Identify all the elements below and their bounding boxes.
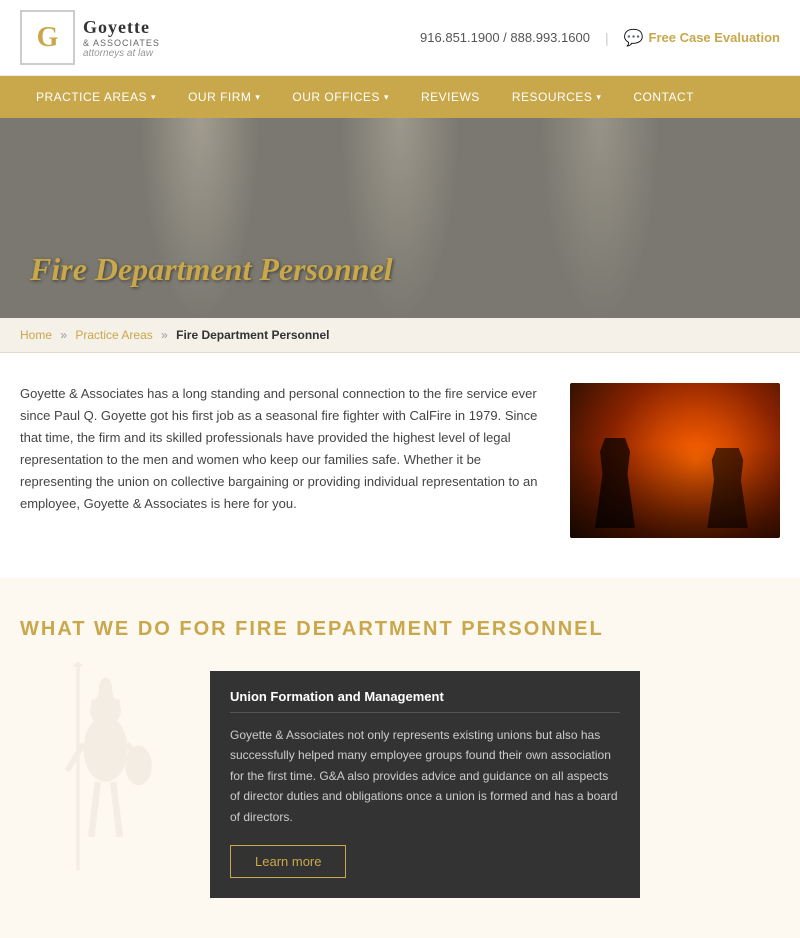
nav-practice-areas[interactable]: PRACTICE AREAS ▾: [20, 76, 172, 118]
site-header: G Goyette & ASSOCIATES attorneys at law …: [0, 0, 800, 76]
content-inner: Goyette & Associates has a long standing…: [20, 383, 780, 538]
free-case-label: Free Case Evaluation: [649, 30, 781, 45]
logo[interactable]: G Goyette & ASSOCIATES attorneys at law: [20, 10, 160, 65]
nav-our-offices[interactable]: OUR OFFICES ▾: [276, 76, 405, 118]
main-content: Goyette & Associates has a long standing…: [0, 353, 800, 578]
logo-tagline: attorneys at law: [83, 48, 160, 59]
union-card-title: Union Formation and Management: [230, 689, 620, 713]
nav-resources[interactable]: RESOURCES ▾: [496, 76, 618, 118]
chat-icon: 💬: [624, 28, 644, 48]
nav-contact[interactable]: CONTACT: [617, 76, 710, 118]
breadcrumb-practice-areas[interactable]: Practice Areas: [75, 328, 152, 342]
header-divider: |: [605, 30, 609, 46]
section-title: WHAT WE DO FOR FIRE DEPARTMENT PERSONNEL: [20, 618, 780, 641]
logo-text-block: Goyette & ASSOCIATES attorneys at law: [83, 17, 160, 59]
chevron-down-icon: ▾: [255, 92, 260, 103]
hero-background: [0, 118, 800, 318]
nav-reviews[interactable]: REVIEWS: [405, 76, 496, 118]
logo-associates: & ASSOCIATES: [83, 38, 160, 48]
firefighter-image: [570, 383, 780, 538]
learn-more-button[interactable]: Learn more: [230, 845, 346, 878]
hero-section: Fire Department Personnel: [0, 118, 800, 318]
what-inner: Union Formation and Management Goyette &…: [20, 671, 780, 898]
breadcrumb-sep2: »: [161, 328, 171, 342]
content-body-text: Goyette & Associates has a long standing…: [20, 383, 540, 516]
firefighter-silhouette-2: [705, 448, 750, 528]
firefighter-silhouette-1: [590, 438, 640, 528]
firefighter-image-wrapper: [570, 383, 780, 538]
warrior-svg: [20, 661, 180, 881]
phone-number[interactable]: 916.851.1900 / 888.993.1600: [420, 30, 590, 45]
logo-box: G: [20, 10, 75, 65]
breadcrumb: Home » Practice Areas » Fire Department …: [0, 318, 800, 353]
main-nav: PRACTICE AREAS ▾ OUR FIRM ▾ OUR OFFICES …: [0, 76, 800, 118]
breadcrumb-current: Fire Department Personnel: [176, 328, 329, 342]
chevron-down-icon: ▾: [384, 92, 389, 103]
logo-letter: G: [37, 22, 59, 54]
breadcrumb-home[interactable]: Home: [20, 328, 52, 342]
union-card: Union Formation and Management Goyette &…: [210, 671, 640, 898]
warrior-background-image: [20, 661, 200, 881]
logo-firm-name: Goyette: [83, 17, 160, 38]
header-right: 916.851.1900 / 888.993.1600 | 💬 Free Cas…: [420, 28, 780, 48]
nav-our-firm[interactable]: OUR FIRM ▾: [172, 76, 276, 118]
what-we-do-section: WHAT WE DO FOR FIRE DEPARTMENT PERSONNEL: [0, 578, 800, 938]
free-case-evaluation-link[interactable]: 💬 Free Case Evaluation: [624, 28, 780, 48]
hero-title: Fire Department Personnel: [30, 251, 393, 288]
chevron-down-icon: ▾: [596, 92, 601, 103]
chevron-down-icon: ▾: [151, 92, 156, 103]
breadcrumb-sep1: »: [60, 328, 70, 342]
union-card-body: Goyette & Associates not only represents…: [230, 725, 620, 827]
